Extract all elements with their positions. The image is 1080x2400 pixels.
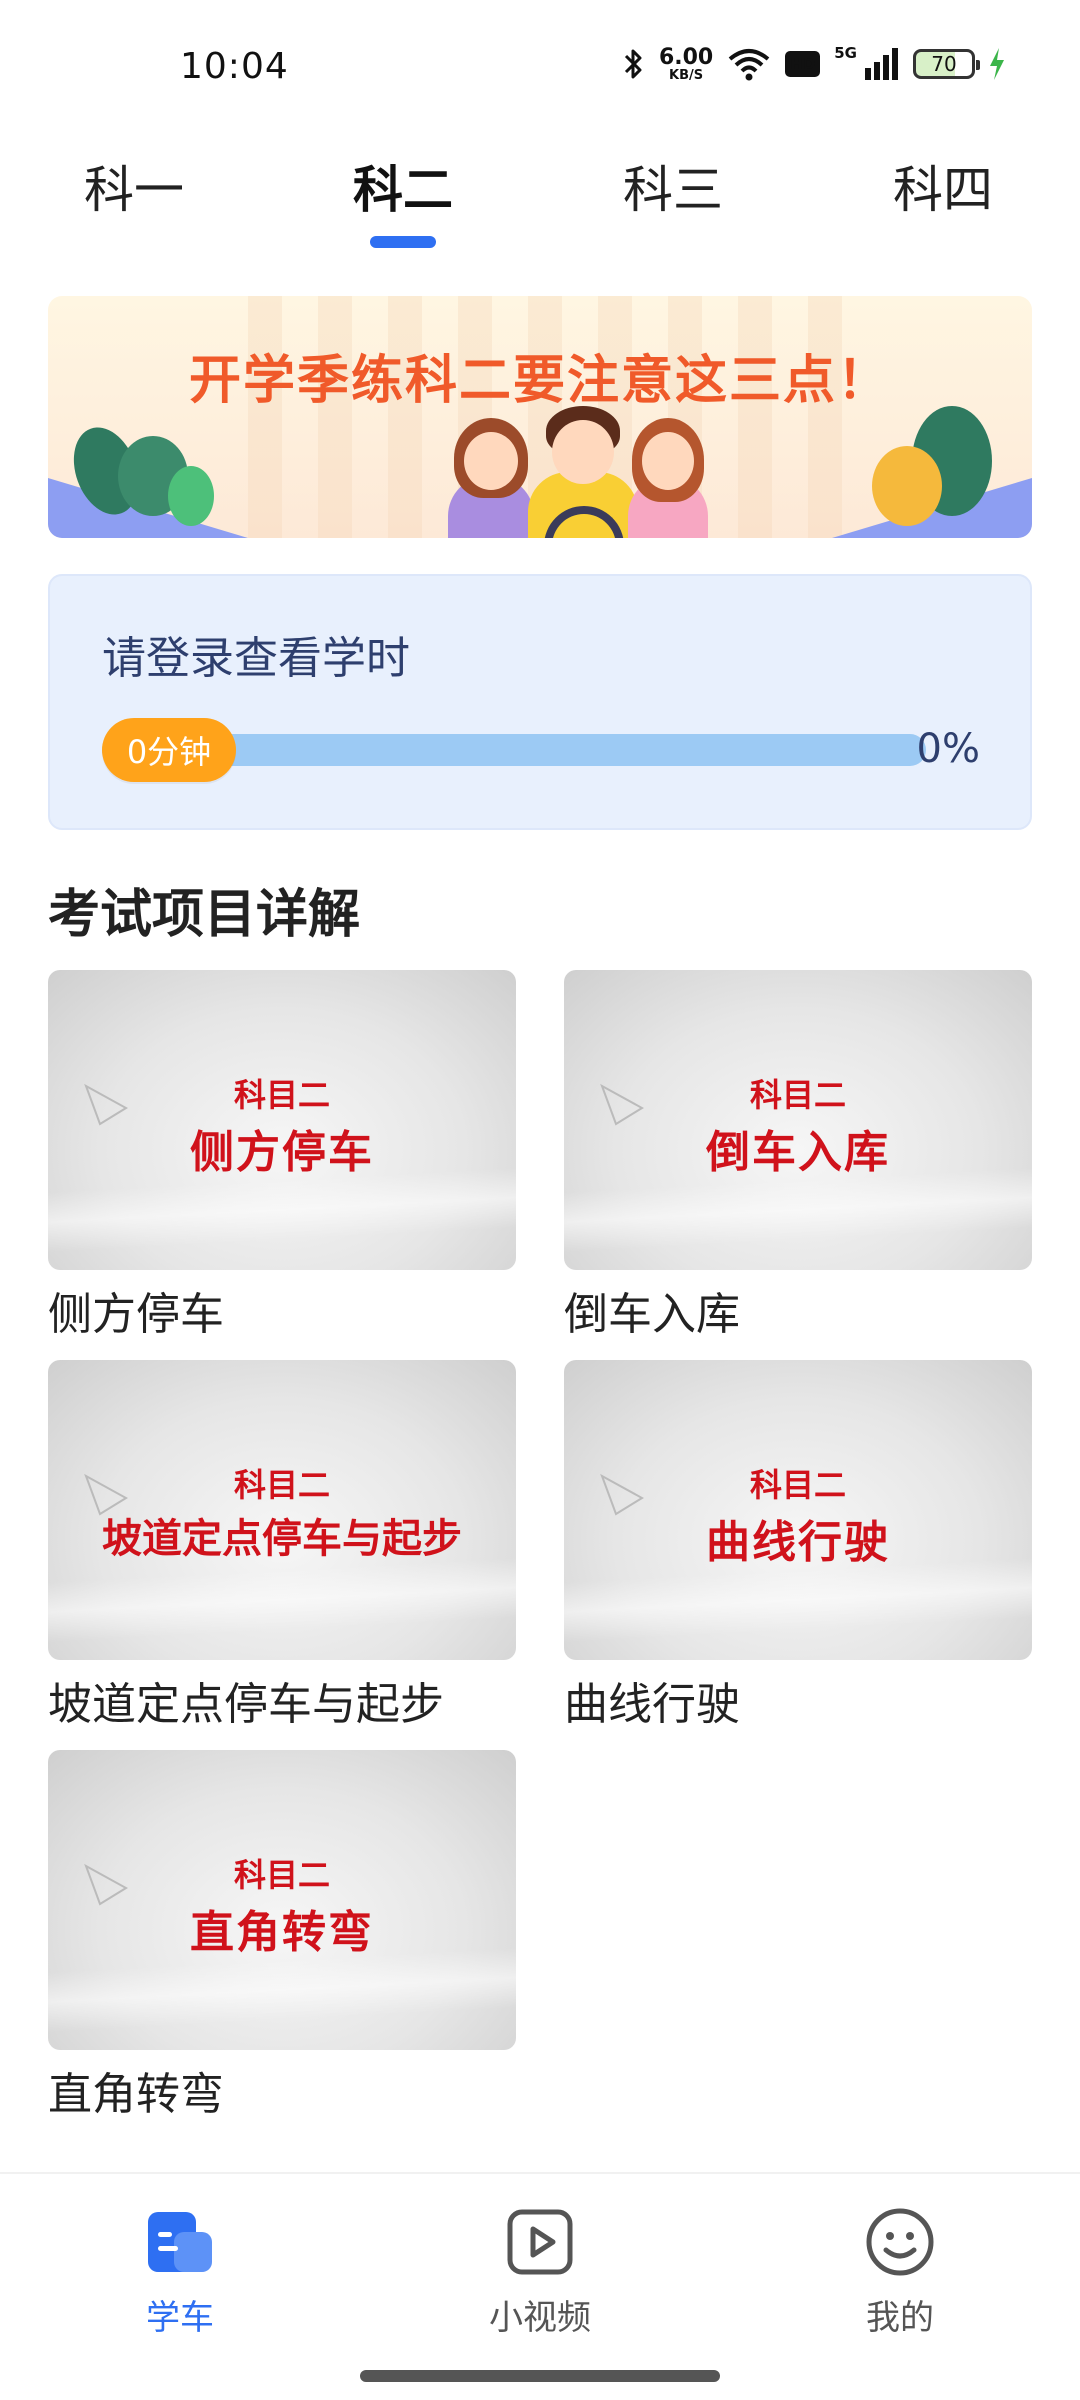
tab-label: 科三 [623, 161, 723, 219]
nav-learn-car[interactable]: 学车 [80, 2206, 280, 2339]
nav-mine[interactable]: 我的 [800, 2206, 1000, 2339]
video-thumbnail[interactable]: 科目二 坡道定点停车与起步 [48, 1360, 516, 1660]
login-to-view-hours-text[interactable]: 请登录查看学时 [102, 622, 410, 686]
exam-item-label[interactable]: 坡道定点停车与起步 [48, 1668, 516, 1732]
progress-percent: 0% [916, 726, 980, 772]
video-thumbnail[interactable]: 科目二 曲线行驶 [564, 1360, 1032, 1660]
study-hours-card[interactable]: 请登录查看学时 0分钟 0% [48, 574, 1032, 830]
exam-item-label[interactable]: 曲线行驶 [564, 1668, 1032, 1732]
active-tab-indicator [370, 236, 436, 248]
tab-label: 科一 [84, 161, 184, 219]
thumbnail-title: 直角转弯 [190, 1907, 374, 1958]
tab-label: 科二 [353, 161, 453, 219]
tab-ke-san[interactable]: 科三 [573, 150, 773, 222]
thumbnail-title: 倒车入库 [706, 1127, 890, 1178]
video-play-icon [504, 2206, 576, 2278]
person-face [642, 432, 694, 490]
thumbnail-subtitle: 科目二 [233, 1076, 330, 1114]
section-title: 考试项目详解 [48, 885, 361, 945]
thumbnail-subtitle: 科目二 [749, 1076, 846, 1114]
subject-tabs: 科一 科二 科三 科四 [0, 150, 1080, 260]
smiley-profile-icon [864, 2206, 936, 2278]
signal-icon [863, 48, 899, 80]
bluetooth-icon [623, 47, 645, 81]
thumbnail-title: 曲线行驶 [706, 1517, 890, 1568]
battery-indicator: 70 [913, 49, 980, 79]
network-type-label: 5G [834, 44, 857, 62]
thumbnail-title: 侧方停车 [190, 1127, 374, 1178]
hd-badge: HD [785, 51, 821, 77]
exam-item-card[interactable]: 科目二 坡道定点停车与起步 坡道定点停车与起步 [48, 1360, 516, 1732]
progress-minutes-chip: 0分钟 [102, 718, 236, 782]
thumbnail-subtitle: 科目二 [233, 1466, 330, 1504]
thumbnail-title: 坡道定点停车与起步 [102, 1515, 462, 1562]
tab-ke-si[interactable]: 科四 [843, 150, 1043, 222]
banner-illustration-people [448, 406, 708, 538]
video-thumbnail[interactable]: 科目二 倒车入库 [564, 970, 1032, 1270]
exam-item-card[interactable]: 科目二 侧方停车 侧方停车 [48, 970, 516, 1342]
tab-label: 科四 [893, 161, 993, 219]
exam-item-card[interactable]: 科目二 倒车入库 倒车入库 [564, 970, 1032, 1342]
status-bar: 10:04 6.00 KB/S HD 5G 70 [0, 0, 1080, 130]
person-face [552, 420, 614, 484]
banner-title: 开学季练科二要注意这三点！ [188, 351, 891, 411]
thumbnail-subtitle: 科目二 [233, 1856, 330, 1894]
exam-item-label[interactable]: 侧方停车 [48, 1278, 516, 1342]
status-time: 10:04 [180, 46, 289, 87]
exam-item-card[interactable]: 科目二 曲线行驶 曲线行驶 [564, 1360, 1032, 1732]
exam-item-label[interactable]: 倒车入库 [564, 1278, 1032, 1342]
plant-decoration [872, 446, 942, 526]
nav-label: 小视频 [489, 2298, 591, 2338]
tab-ke-er[interactable]: 科二 [303, 150, 503, 248]
network-speed: 6.00 KB/S [658, 44, 714, 83]
exam-item-label[interactable]: 直角转弯 [48, 2058, 516, 2122]
promo-banner[interactable]: 开学季练科二要注意这三点！ [48, 296, 1032, 538]
nav-label: 我的 [866, 2298, 934, 2338]
bottom-navigation: 学车 小视频 我的 [0, 2172, 1080, 2400]
video-thumbnail[interactable]: 科目二 侧方停车 [48, 970, 516, 1270]
learn-car-icon [144, 2206, 216, 2278]
person-face [464, 432, 518, 490]
status-icons: 6.00 KB/S HD 5G 70 [623, 44, 1005, 84]
nav-short-video[interactable]: 小视频 [440, 2206, 640, 2339]
nav-label: 学车 [146, 2298, 214, 2338]
tab-ke-yi[interactable]: 科一 [34, 150, 234, 222]
charging-icon [989, 48, 1005, 80]
wifi-icon [727, 47, 771, 81]
plant-decoration [168, 466, 214, 526]
home-indicator[interactable] [360, 2370, 720, 2382]
thumbnail-light-streak [48, 1555, 516, 1645]
exam-item-card[interactable]: 科目二 直角转弯 直角转弯 [48, 1750, 516, 2122]
video-thumbnail[interactable]: 科目二 直角转弯 [48, 1750, 516, 2050]
thumbnail-subtitle: 科目二 [749, 1466, 846, 1504]
